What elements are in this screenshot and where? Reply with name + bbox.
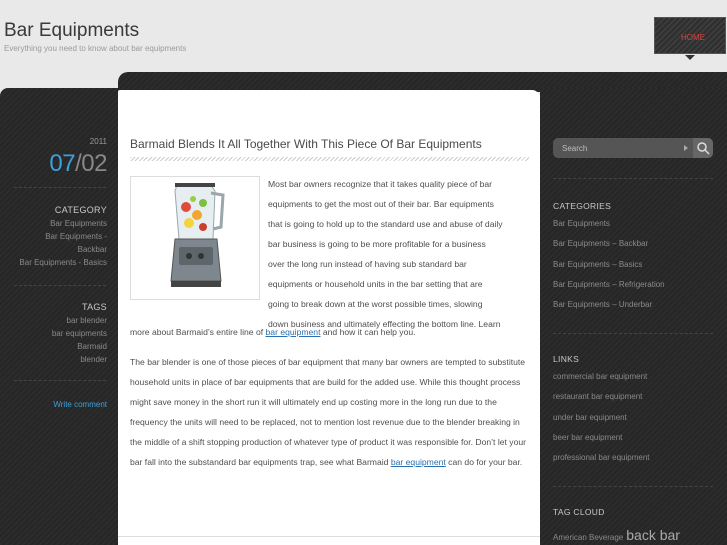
search-box[interactable]: Search: [553, 138, 713, 158]
divider: [553, 486, 713, 487]
post-tag-link[interactable]: Barmaid: [52, 340, 107, 353]
links-heading: LINKS: [553, 354, 580, 364]
post-line: equipments or household units in the bar…: [268, 279, 483, 289]
post-year: 2011: [89, 137, 107, 146]
post-category-link[interactable]: Bar Equipments: [19, 217, 107, 230]
category-link[interactable]: Bar Equipments – Basics: [553, 255, 665, 275]
search-arrow-icon: [684, 145, 688, 151]
bar-equipment-link[interactable]: bar equipment: [391, 457, 446, 467]
post-text: and how it can help you.: [320, 327, 416, 337]
blogroll-link[interactable]: professional bar equipment: [553, 448, 650, 468]
nav-arrow-icon: [685, 55, 695, 60]
tagcloud-heading: TAG CLOUD: [553, 507, 605, 517]
categories-heading: CATEGORIES: [553, 201, 612, 211]
blogroll-link[interactable]: under bar equipment: [553, 408, 650, 428]
post-text: can do for your bar.: [445, 457, 523, 467]
blogroll-link[interactable]: commercial bar equipment: [553, 367, 650, 387]
divider: [118, 536, 540, 537]
tag-cloud: American Beverage back bar: [553, 527, 680, 545]
home-label: HOME: [681, 33, 705, 42]
bar-equipment-link[interactable]: bar equipment: [266, 327, 321, 337]
post-tag-link[interactable]: blender: [52, 353, 107, 366]
blender-image: [130, 176, 260, 300]
post-tag-link[interactable]: bar equipments: [52, 327, 107, 340]
post-tag-link[interactable]: bar blender: [52, 314, 107, 327]
divider: [14, 187, 106, 188]
post-category-link[interactable]: Bar Equipments -: [19, 230, 107, 243]
post-day: 02: [81, 150, 107, 177]
blogroll-link[interactable]: restaurant bar equipment: [553, 387, 650, 407]
post-line: Most bar owners recognize that it takes …: [268, 179, 493, 189]
post-month: 07: [49, 150, 76, 177]
post-line: over the long run instead of having sub …: [268, 259, 467, 269]
post-category-link[interactable]: Bar Equipments - Basics: [19, 256, 107, 269]
post-paragraph-2: The bar blender is one of those pieces o…: [130, 352, 530, 472]
post-line: that is going to hold up to the standard…: [268, 219, 503, 229]
post-line: bar business is going to be more profita…: [268, 239, 486, 249]
blender-icon: [170, 183, 225, 287]
category-link[interactable]: Bar Equipments – Underbar: [553, 295, 665, 315]
post-line: equipments to get the most out of their …: [268, 199, 494, 209]
blogroll-link[interactable]: beer bar equipment: [553, 428, 650, 448]
divider: [14, 285, 106, 286]
post-title[interactable]: Barmaid Blends It All Together With This…: [130, 137, 482, 151]
tags-heading: TAGS: [81, 302, 107, 312]
post-text: more about Barmaid’s entire line of: [130, 327, 266, 337]
categories-list: Bar Equipments Bar Equipments – Backbar …: [553, 214, 665, 315]
search-input[interactable]: Search: [562, 144, 587, 153]
post-category-link[interactable]: Backbar: [19, 243, 107, 256]
tag-link[interactable]: American Beverage: [553, 533, 623, 542]
divider: [553, 178, 713, 179]
links-list: commercial bar equipment restaurant bar …: [553, 367, 650, 468]
post-paragraph-1: Most bar owners recognize that it takes …: [268, 174, 530, 334]
site-description: Everything you need to know about bar eq…: [4, 44, 187, 53]
post-date: 07/02: [49, 150, 107, 178]
category-link[interactable]: Bar Equipments – Backbar: [553, 234, 665, 254]
post-line: going to break down at the worst possibl…: [268, 299, 483, 309]
category-heading: CATEGORY: [54, 205, 107, 215]
post-tag-list: bar blender bar equipments Barmaid blend…: [52, 314, 107, 366]
post-text: The bar blender is one of those pieces o…: [130, 357, 527, 467]
home-nav-button[interactable]: HOME: [654, 17, 726, 54]
site-title[interactable]: Bar Equipments: [4, 20, 139, 42]
search-button[interactable]: [693, 138, 713, 158]
category-link[interactable]: Bar Equipments: [553, 214, 665, 234]
category-link[interactable]: Bar Equipments – Refrigeration: [553, 275, 665, 295]
write-comment-link[interactable]: Write comment: [53, 400, 107, 409]
post-paragraph-1-tail: more about Barmaid’s entire line of bar …: [130, 322, 530, 342]
title-underline: [130, 157, 529, 161]
post-category-list: Bar Equipments Bar Equipments - Backbar …: [19, 217, 107, 269]
divider: [14, 380, 106, 381]
tag-link[interactable]: back bar: [626, 527, 680, 543]
search-icon: [697, 142, 710, 155]
divider: [553, 333, 713, 334]
